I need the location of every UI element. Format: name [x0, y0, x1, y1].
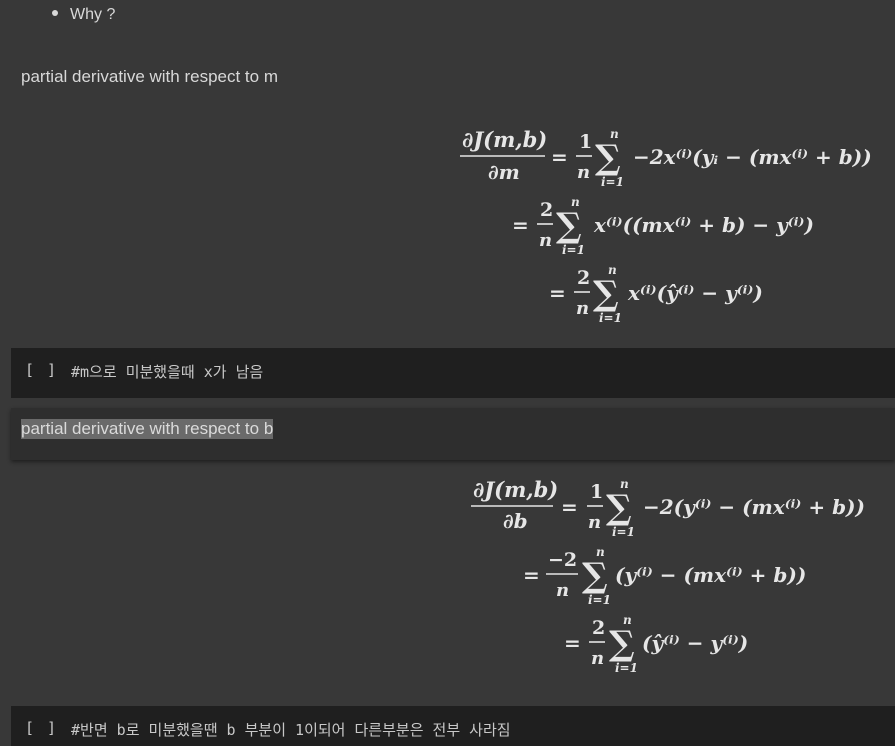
eq-b-frac3-num: 2 — [592, 617, 605, 639]
eq-b-frac2-den: n — [556, 580, 569, 601]
eq-m-sum2-lower: i=1 — [562, 243, 585, 257]
run-cell-button[interactable]: [ ] — [25, 361, 58, 379]
eq-m-sum1: ∑ — [595, 138, 621, 178]
eq-m-frac2-num: 2 — [540, 199, 553, 221]
eq-b-equals-3: = — [564, 631, 581, 655]
eq-m-frac1-den: n — [577, 162, 590, 183]
eq-m-sum3: ∑ — [593, 274, 619, 314]
eq-m-equals-1: = — [551, 145, 568, 169]
eq-m-line3: x⁽ⁱ⁾(ŷ⁽ⁱ⁾ − y⁽ⁱ⁾) — [627, 281, 763, 305]
code-comment[interactable]: #반면 b로 미분했을땐 b 부분이 1이되어 다른부분은 전부 사라짐 — [71, 719, 511, 740]
code-comment[interactable]: #m으로 미분했을때 x가 남음 — [71, 361, 263, 382]
code-cell-1[interactable]: [ ] #m으로 미분했을때 x가 남음 — [11, 348, 895, 398]
eq-m-equals-3: = — [549, 281, 566, 305]
eq-b-frac1-den: n — [588, 512, 601, 533]
eq-m-frac2-den: n — [539, 230, 552, 251]
eq-m-sum3-lower: i=1 — [599, 311, 622, 325]
eq-b-frac2-num: −2 — [548, 549, 577, 571]
eq-b-sum1-lower: i=1 — [612, 525, 635, 539]
eq-b-line2: (y⁽ⁱ⁾ − (mx⁽ⁱ⁾ + b)) — [615, 563, 806, 587]
eq-m-line1: −2x⁽ⁱ⁾(yᵢ − (mx⁽ⁱ⁾ + b)) — [633, 145, 872, 169]
eq-b-equals-2: = — [523, 563, 540, 587]
eq-b-sum2-lower: i=1 — [588, 593, 611, 607]
eq-b-frac1-num: 1 — [590, 481, 603, 503]
eq-m-frac3-den: n — [576, 298, 589, 319]
heading-partial-b[interactable]: partial derivative with respect to b — [21, 419, 274, 439]
eq-m-lhs-den: ∂m — [488, 160, 520, 184]
code-cell-2[interactable]: [ ] #반면 b로 미분했을땐 b 부분이 1이되어 다른부분은 전부 사라짐 — [11, 706, 895, 746]
eq-m-sum1-lower: i=1 — [601, 175, 624, 189]
eq-b-sum1: ∑ — [606, 488, 632, 528]
eq-b-sum3-lower: i=1 — [615, 661, 638, 675]
eq-m-frac3-num: 2 — [577, 267, 590, 289]
eq-m-frac1-num: 1 — [579, 131, 592, 153]
markdown-cell-selected[interactable]: partial derivative with respect to b — [11, 408, 895, 460]
eq-m-line2: x⁽ⁱ⁾((mx⁽ⁱ⁾ + b) − y⁽ⁱ⁾) — [593, 213, 814, 237]
eq-m-equals-2: = — [512, 213, 529, 237]
eq-b-sum3: ∑ — [609, 624, 635, 664]
eq-b-sum2: ∑ — [582, 556, 608, 596]
eq-b-lhs-den: ∂b — [503, 509, 528, 533]
eq-b-line3: (ŷ⁽ⁱ⁾ − y⁽ⁱ⁾) — [642, 631, 748, 655]
eq-b-line1: −2(y⁽ⁱ⁾ − (mx⁽ⁱ⁾ + b)) — [643, 495, 865, 519]
eq-b-frac3-den: n — [591, 648, 604, 669]
run-cell-button[interactable]: [ ] — [25, 719, 58, 737]
eq-b-equals-1: = — [561, 495, 578, 519]
eq-b-lhs-num: ∂J(m,b) — [473, 477, 558, 502]
eq-m-lhs-num: ∂J(m,b) — [462, 127, 547, 152]
eq-m-sum2: ∑ — [556, 206, 582, 246]
